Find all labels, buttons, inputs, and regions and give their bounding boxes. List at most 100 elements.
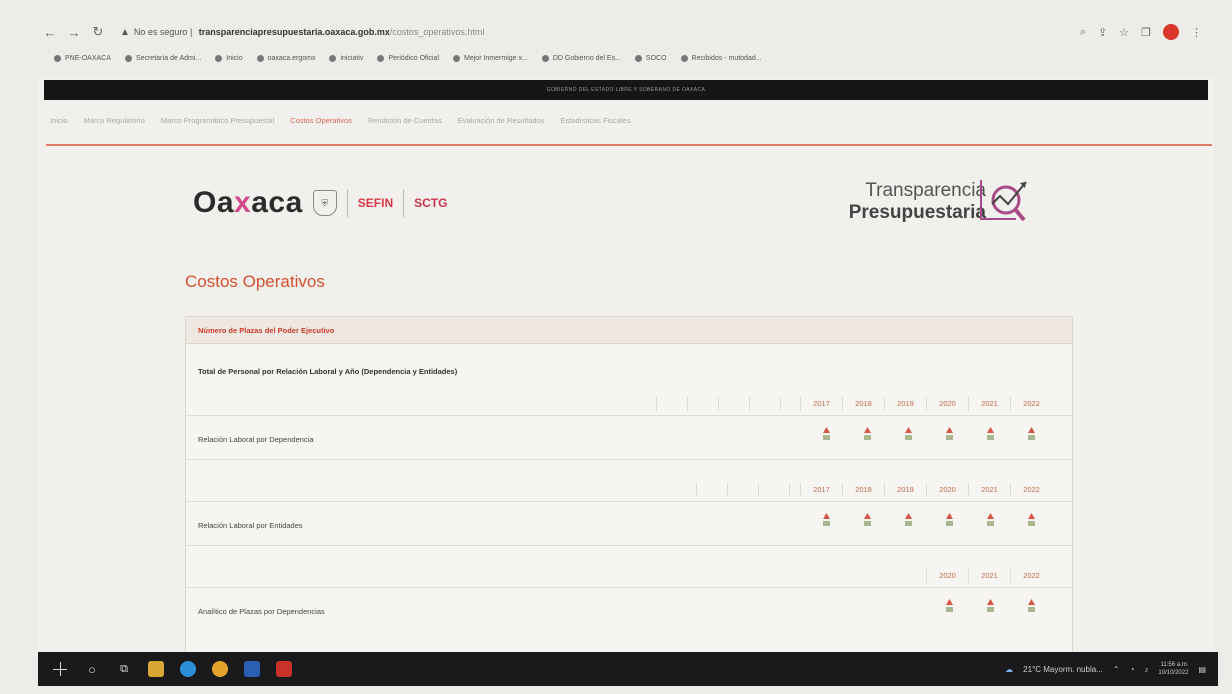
excel-icon[interactable] — [1028, 435, 1035, 440]
year-link[interactable]: 2018 — [842, 483, 884, 497]
download-cell[interactable] — [888, 427, 929, 440]
sidepanel-icon[interactable]: ❐ — [1141, 26, 1151, 39]
zoom-icon[interactable]: ⌕ — [1080, 26, 1086, 39]
year-link[interactable]: 2018 — [842, 397, 884, 411]
excel-icon[interactable] — [864, 521, 871, 526]
excel-icon[interactable] — [946, 607, 953, 612]
download-cell[interactable] — [806, 427, 847, 440]
excel-icon[interactable] — [987, 607, 994, 612]
start-button[interactable] — [50, 659, 70, 679]
year-link[interactable]: 2021 — [968, 397, 1010, 411]
year-link[interactable]: 2019 — [884, 397, 926, 411]
address-bar[interactable]: ▲ No es seguro | transparenciapresupuest… — [120, 27, 1080, 38]
taskbar-app[interactable] — [274, 659, 294, 679]
excel-icon[interactable] — [905, 521, 912, 526]
nav-item-marco-regulatorio[interactable]: Marco Regulatorio — [84, 116, 145, 125]
bookmark-item[interactable]: oaxaca.ergomx — [256, 54, 315, 62]
excel-icon[interactable] — [987, 521, 994, 526]
excel-icon[interactable] — [946, 521, 953, 526]
year-link[interactable]: 2017 — [800, 397, 842, 411]
pdf-icon[interactable] — [823, 513, 830, 519]
download-cell[interactable] — [806, 513, 847, 526]
task-view-icon[interactable]: ⧉ — [114, 659, 134, 679]
pdf-icon[interactable] — [1028, 599, 1035, 605]
bookmark-item[interactable]: Inicio — [215, 54, 243, 62]
excel-icon[interactable] — [905, 435, 912, 440]
bookmark-item[interactable]: Periódico Oficial — [377, 54, 439, 62]
profile-avatar[interactable] — [1163, 24, 1179, 40]
nav-item-estadisticas-fiscales[interactable]: Estadísticas Fiscales — [560, 116, 630, 125]
bookmark-item[interactable]: DD Gobierno del Es... — [541, 54, 621, 62]
taskbar-app[interactable] — [178, 659, 198, 679]
back-icon[interactable]: ← — [40, 22, 60, 42]
share-icon[interactable]: ⇪ — [1098, 26, 1107, 39]
excel-icon[interactable] — [864, 435, 871, 440]
taskbar-app[interactable] — [210, 659, 230, 679]
download-cell[interactable] — [847, 513, 888, 526]
nav-item-evaluacion-resultados[interactable]: Evaluación de Resultados — [458, 116, 545, 125]
taskbar-app[interactable] — [242, 659, 262, 679]
pdf-icon[interactable] — [905, 513, 912, 519]
excel-icon[interactable] — [987, 435, 994, 440]
year-link[interactable]: 2020 — [926, 569, 968, 583]
nav-item-costos-operativos[interactable]: Costos Operativos — [290, 116, 352, 125]
taskbar-app[interactable] — [146, 659, 166, 679]
year-link[interactable]: 2019 — [884, 483, 926, 497]
reload-icon[interactable]: ↻ — [88, 22, 108, 42]
download-cell[interactable] — [1011, 599, 1052, 612]
year-link[interactable]: 2022 — [1010, 483, 1052, 497]
download-cell[interactable] — [970, 599, 1011, 612]
excel-icon[interactable] — [823, 521, 830, 526]
download-cell[interactable] — [888, 513, 929, 526]
pdf-icon[interactable] — [864, 513, 871, 519]
search-icon[interactable]: ○ — [82, 659, 102, 679]
download-cell[interactable] — [1011, 513, 1052, 526]
excel-icon[interactable] — [1028, 521, 1035, 526]
bookmark-item[interactable]: SOCO — [634, 54, 667, 62]
download-cell[interactable] — [1011, 427, 1052, 440]
nav-item-inicio[interactable]: Inicio — [50, 116, 68, 125]
menu-icon[interactable]: ⋮ — [1191, 26, 1202, 39]
star-icon[interactable]: ☆ — [1119, 26, 1129, 39]
clock[interactable]: 11:56 a.m. 10/10/2022 — [1158, 661, 1188, 677]
tray-arrow-icon[interactable]: ⌃ — [1113, 665, 1120, 674]
download-cell[interactable] — [929, 599, 970, 612]
pdf-icon[interactable] — [1028, 513, 1035, 519]
download-cell[interactable] — [970, 427, 1011, 440]
bookmark-item[interactable]: iniciativ — [329, 54, 363, 62]
year-link[interactable]: 2022 — [1010, 397, 1052, 411]
pdf-icon[interactable] — [1028, 427, 1035, 433]
pdf-icon[interactable] — [987, 427, 994, 433]
weather-text[interactable]: 21°C Mayorm. nubla... — [1023, 665, 1103, 674]
excel-icon[interactable] — [823, 435, 830, 440]
excel-icon[interactable] — [1028, 607, 1035, 612]
nav-item-rendicion-cuentas[interactable]: Rendición de Cuentas — [368, 116, 442, 125]
pdf-icon[interactable] — [823, 427, 830, 433]
download-cell[interactable] — [847, 427, 888, 440]
pdf-icon[interactable] — [946, 599, 953, 605]
bookmark-item[interactable]: PNE-OAXACA — [54, 54, 111, 62]
pdf-icon[interactable] — [905, 427, 912, 433]
excel-icon[interactable] — [946, 435, 953, 440]
panel-heading[interactable]: Número de Plazas del Poder Ejecutivo — [186, 317, 1072, 344]
wifi-icon[interactable]: ◔ — [1130, 665, 1135, 674]
year-link[interactable]: 2017 — [800, 483, 842, 497]
download-cell[interactable] — [970, 513, 1011, 526]
notifications-icon[interactable]: ▤ — [1198, 665, 1206, 674]
pdf-icon[interactable] — [946, 427, 953, 433]
pdf-icon[interactable] — [987, 513, 994, 519]
year-link[interactable]: 2020 — [926, 483, 968, 497]
volume-icon[interactable]: ♪ — [1144, 665, 1148, 674]
bookmark-item[interactable]: Secretaría de Admi... — [124, 54, 201, 62]
year-link[interactable]: 2022 — [1010, 569, 1052, 583]
bookmark-item[interactable]: Mejor Inmermige x... — [453, 54, 528, 62]
year-link[interactable]: 2021 — [968, 483, 1010, 497]
pdf-icon[interactable] — [987, 599, 994, 605]
pdf-icon[interactable] — [864, 427, 871, 433]
bookmark-item[interactable]: Recibidos - mutodad... — [680, 54, 762, 62]
nav-item-marco-programatico[interactable]: Marco Programático Presupuestal — [161, 116, 274, 125]
forward-icon[interactable]: → — [64, 22, 84, 42]
pdf-icon[interactable] — [946, 513, 953, 519]
year-link[interactable]: 2021 — [968, 569, 1010, 583]
download-cell[interactable] — [929, 513, 970, 526]
